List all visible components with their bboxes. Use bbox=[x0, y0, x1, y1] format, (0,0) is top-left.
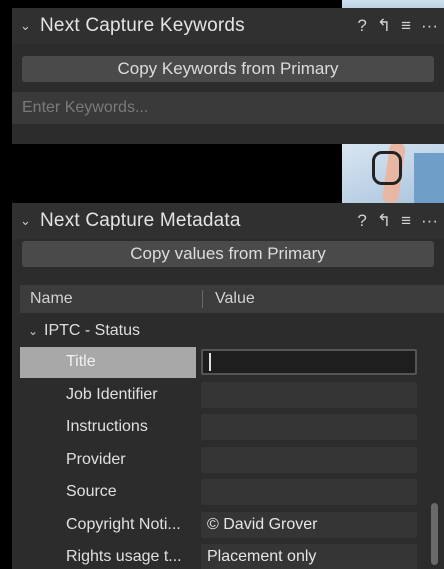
chevron-down-icon[interactable]: ⌄ bbox=[20, 18, 40, 34]
table-row[interactable]: Title bbox=[20, 346, 444, 379]
field-label: Copyright Noti... bbox=[66, 515, 181, 533]
chevron-down-icon[interactable]: ⌄ bbox=[28, 324, 44, 338]
menu-icon[interactable]: ≡ bbox=[401, 16, 411, 36]
apply-arrow-icon[interactable]: ↰ bbox=[377, 211, 391, 231]
apply-arrow-icon[interactable]: ↰ bbox=[377, 16, 391, 36]
table-row[interactable]: Rights usage t... Placement only bbox=[20, 541, 444, 569]
table-row[interactable]: Instructions bbox=[20, 411, 444, 444]
header-tools: ? ↰ ≡ ··· bbox=[357, 16, 444, 36]
panel-header[interactable]: ⌄ Next Capture Metadata ? ↰ ≡ ··· bbox=[12, 203, 444, 239]
field-label: Job Identifier bbox=[66, 385, 158, 403]
title-field[interactable] bbox=[201, 349, 417, 376]
field-label: Rights usage t... bbox=[66, 548, 182, 566]
table-row[interactable]: Source bbox=[20, 476, 444, 509]
column-header-value[interactable]: Value bbox=[215, 290, 255, 308]
column-divider[interactable] bbox=[202, 290, 203, 308]
next-capture-keywords-panel: ⌄ Next Capture Keywords ? ↰ ≡ ··· Copy K… bbox=[12, 8, 444, 144]
keywords-input[interactable]: Enter Keywords... bbox=[12, 92, 444, 124]
chevron-down-icon[interactable]: ⌄ bbox=[20, 213, 40, 229]
table-row[interactable]: Job Identifier bbox=[20, 379, 444, 412]
menu-icon[interactable]: ≡ bbox=[401, 211, 411, 231]
header-tools: ? ↰ ≡ ··· bbox=[357, 211, 444, 231]
help-icon[interactable]: ? bbox=[357, 211, 366, 231]
column-header-name[interactable]: Name bbox=[20, 290, 202, 308]
group-label: IPTC - Status bbox=[44, 322, 141, 339]
field-label: Source bbox=[66, 483, 117, 501]
panel-title: Next Capture Metadata bbox=[40, 210, 241, 231]
more-icon[interactable]: ··· bbox=[421, 211, 438, 231]
field-label: Provider bbox=[66, 450, 126, 468]
instructions-field[interactable] bbox=[201, 414, 417, 441]
copy-keywords-button[interactable]: Copy Keywords from Primary bbox=[22, 56, 434, 82]
table-row[interactable]: Copyright Noti... © David Grover bbox=[20, 509, 444, 542]
next-capture-metadata-panel: ⌄ Next Capture Metadata ? ↰ ≡ ··· Copy v… bbox=[12, 203, 444, 569]
field-label: Title bbox=[66, 353, 96, 371]
text-caret bbox=[209, 353, 211, 372]
source-field[interactable] bbox=[201, 479, 417, 506]
field-label: Instructions bbox=[66, 418, 148, 436]
job-identifier-field[interactable] bbox=[201, 381, 417, 408]
photo-detail bbox=[414, 153, 444, 203]
help-icon[interactable]: ? bbox=[357, 16, 366, 36]
background-photo bbox=[342, 143, 444, 203]
more-icon[interactable]: ··· bbox=[421, 16, 438, 36]
table-row[interactable]: Provider bbox=[20, 444, 444, 477]
panel-title: Next Capture Keywords bbox=[40, 15, 245, 36]
photo-detail bbox=[372, 151, 402, 185]
rights-usage-field[interactable]: Placement only bbox=[201, 544, 417, 569]
metadata-rows: Title Job Identifier Instructions Provid… bbox=[20, 346, 444, 569]
panel-header[interactable]: ⌄ Next Capture Keywords ? ↰ ≡ ··· bbox=[12, 8, 444, 44]
table-header: Name Value bbox=[20, 285, 444, 313]
group-iptc-status[interactable]: ⌄ IPTC - Status bbox=[20, 318, 444, 344]
copyright-notice-field[interactable]: © David Grover bbox=[201, 511, 417, 538]
copy-values-button[interactable]: Copy values from Primary bbox=[22, 241, 434, 267]
provider-field[interactable] bbox=[201, 446, 417, 473]
scrollbar[interactable] bbox=[431, 503, 438, 565]
